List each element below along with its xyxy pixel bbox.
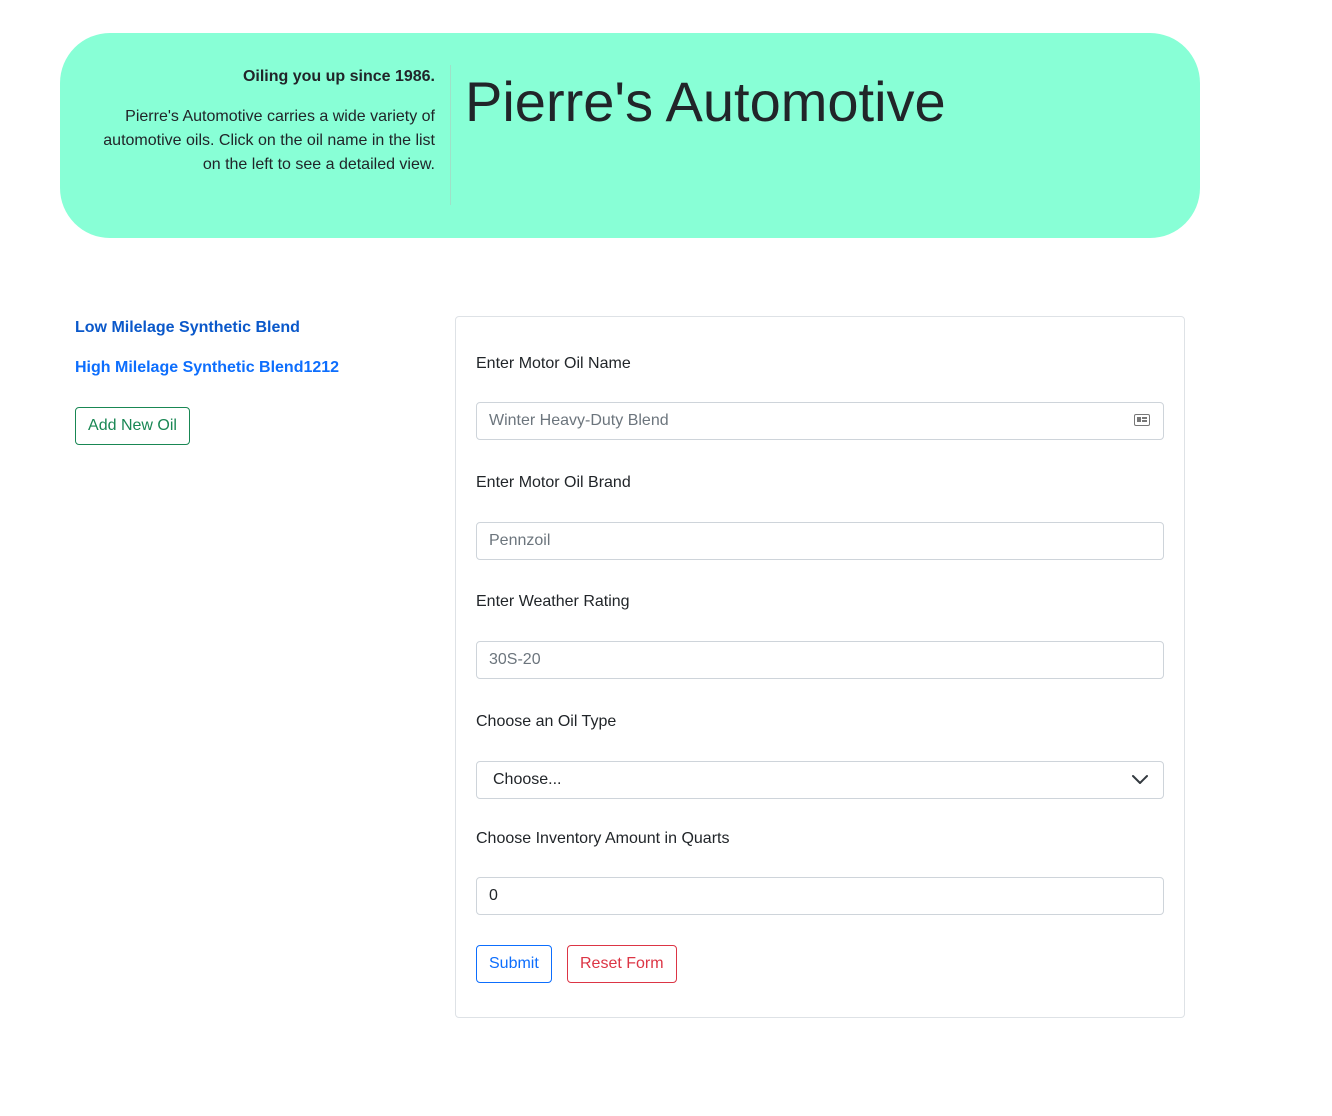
- oil-name-input[interactable]: [476, 402, 1164, 440]
- header-intro: Oiling you up since 1986. Pierre's Autom…: [100, 65, 435, 177]
- quantity-input[interactable]: [476, 877, 1164, 915]
- submit-button[interactable]: Submit: [476, 945, 552, 983]
- oil-type-label: Choose an Oil Type: [476, 713, 617, 730]
- oil-list-item[interactable]: High Milelage Synthetic Blend1212: [75, 356, 435, 380]
- oil-name-label: Enter Motor Oil Name: [476, 355, 631, 372]
- page-title: Pierre's Automotive: [465, 70, 946, 133]
- store-description: Pierre's Automotive carries a wide varie…: [103, 108, 435, 173]
- header-jumbotron: Oiling you up since 1986. Pierre's Autom…: [60, 33, 1200, 238]
- oil-type-selected: Choose...: [493, 771, 562, 788]
- oil-brand-input[interactable]: [476, 522, 1164, 560]
- tagline: Oiling you up since 1986.: [242, 68, 435, 85]
- header-divider: [450, 65, 451, 205]
- reset-form-button[interactable]: Reset Form: [567, 945, 677, 983]
- oil-list: Low Milelage Synthetic Blend High Milela…: [75, 316, 435, 445]
- weather-rating-input[interactable]: [476, 641, 1164, 679]
- oil-name-wrapper: [456, 402, 1184, 440]
- quantity-label: Choose Inventory Amount in Quarts: [476, 830, 730, 847]
- weather-rating-label: Enter Weather Rating: [476, 593, 630, 610]
- contact-card-icon[interactable]: [1134, 414, 1150, 426]
- chevron-down-icon: [1132, 775, 1148, 784]
- oil-list-item[interactable]: Low Milelage Synthetic Blend: [75, 316, 435, 340]
- oil-form: Enter Motor Oil Name Enter Motor Oil Bra…: [455, 316, 1185, 1018]
- oil-type-select[interactable]: Choose...: [476, 761, 1164, 799]
- oil-brand-label: Enter Motor Oil Brand: [476, 474, 631, 491]
- add-new-oil-button[interactable]: Add New Oil: [75, 407, 190, 445]
